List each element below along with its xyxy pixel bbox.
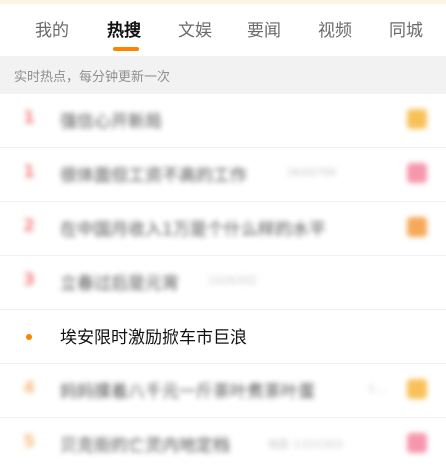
hot-search-title: 立春过后是元宵: [60, 274, 179, 294]
promoted-row[interactable]: 埃安限时激励掀车市巨浪: [0, 310, 446, 364]
hot-search-list: 1 强信心开新局 1 很体面但工资不高的工作 3649799 2 在中国月收入1…: [0, 94, 446, 470]
rank-number: 1: [23, 162, 35, 182]
hot-search-row-2[interactable]: 1 很体面但工资不高的工作 3649799: [0, 148, 446, 202]
heat-count: 1…: [368, 382, 386, 395]
hot-search-title: 在中国月收入1万是个什么样的水平: [60, 220, 326, 240]
tab-entertainment[interactable]: 文娱: [178, 16, 212, 41]
heat-count: 电影 1315303: [268, 438, 343, 451]
heat-count: 3649799: [287, 166, 336, 179]
tab-bar: 我的 热搜 文娱 要闻 视频 同城: [0, 4, 446, 56]
hot-badge-icon: [407, 379, 427, 399]
hot-search-row-5[interactable]: 4 妈妈摸着八千元一斤茶叶煮茶叶蛋 1…: [0, 364, 446, 418]
hot-search-row-1[interactable]: 1 强信心开新局: [0, 94, 446, 148]
tab-hot-search[interactable]: 热搜: [107, 16, 141, 41]
rank-number: 4: [23, 378, 35, 398]
hot-search-row-3[interactable]: 2 在中国月收入1万是个什么样的水平: [0, 202, 446, 256]
tab-news[interactable]: 要闻: [247, 16, 281, 41]
heat-count: 1026302: [208, 274, 257, 287]
rank-number: 3: [23, 270, 35, 290]
hot-badge-icon: [407, 217, 427, 237]
rank-number: 1: [23, 108, 35, 128]
update-notice-text: 实时热点，每分钟更新一次: [14, 70, 171, 85]
tab-mine[interactable]: 我的: [35, 16, 69, 41]
promoted-dot-icon: [26, 334, 32, 340]
hot-search-title: 贝克街的亡灵内地定档: [60, 436, 230, 456]
active-tab-indicator: [113, 47, 139, 51]
new-badge-icon: [407, 433, 427, 453]
hot-search-row-6[interactable]: 5 贝克街的亡灵内地定档 电影 1315303: [0, 418, 446, 470]
rank-number: 5: [23, 432, 35, 452]
rank-number: 2: [23, 216, 35, 236]
tab-local[interactable]: 同城: [389, 16, 423, 41]
hot-search-title: 很体面但工资不高的工作: [60, 166, 247, 186]
hot-search-title: 强信心开新局: [60, 112, 162, 132]
hot-search-row-4[interactable]: 3 立春过后是元宵 1026302: [0, 256, 446, 310]
hot-search-title: 妈妈摸着八千元一斤茶叶煮茶叶蛋: [60, 382, 315, 402]
hot-search-title: 埃安限时激励掀车市巨浪: [60, 328, 247, 348]
update-notice-bar: 实时热点，每分钟更新一次: [0, 56, 446, 94]
tab-video[interactable]: 视频: [318, 16, 352, 41]
hot-badge-icon: [407, 109, 427, 129]
new-badge-icon: [407, 163, 427, 183]
